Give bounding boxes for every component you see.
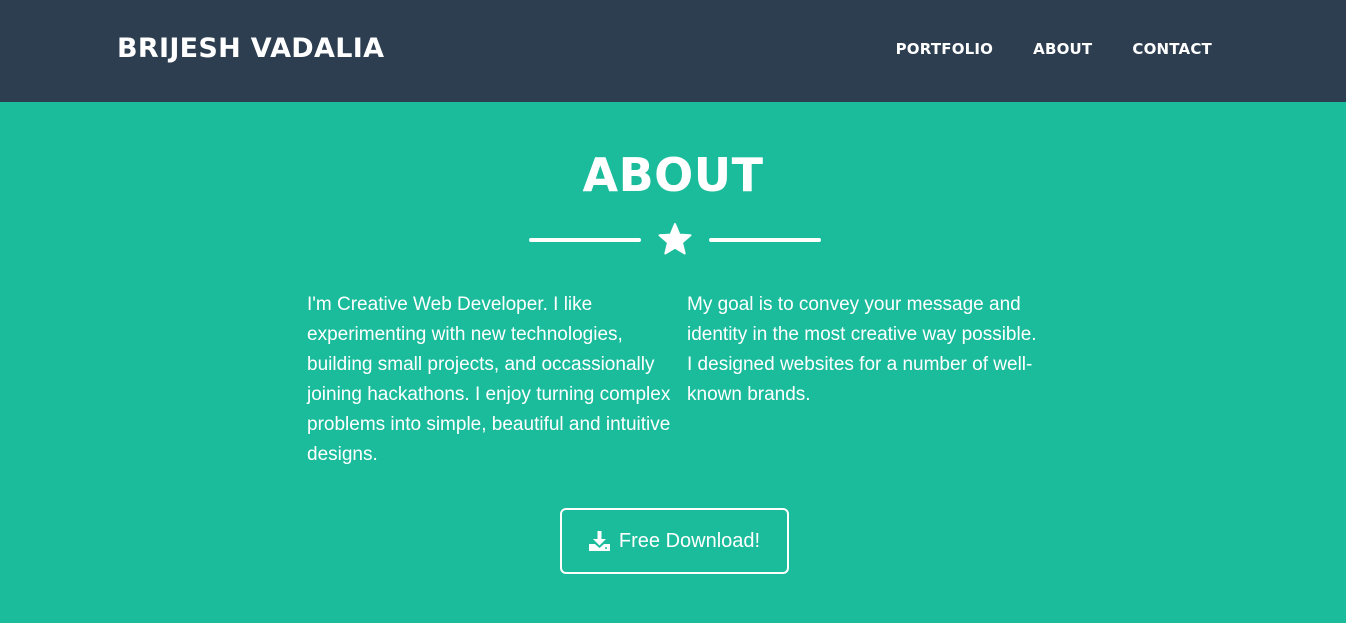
star-icon: [658, 223, 692, 255]
download-icon: [588, 531, 610, 551]
nav-link-contact[interactable]: CONTACT: [1132, 40, 1212, 58]
navbar: BRIJESH VADALIA PORTFOLIO ABOUT CONTACT: [0, 0, 1346, 102]
about-paragraph-right: My goal is to convey your message and id…: [687, 294, 1037, 405]
main-nav: PORTFOLIO ABOUT CONTACT: [896, 40, 1212, 58]
divider-line-right: [709, 238, 821, 242]
free-download-button[interactable]: Free Download!: [560, 508, 789, 574]
divider-line-left: [529, 238, 641, 242]
nav-link-portfolio[interactable]: PORTFOLIO: [896, 40, 994, 58]
download-button-label: Free Download!: [618, 529, 761, 552]
brand-logo-link[interactable]: BRIJESH VADALIA: [117, 33, 384, 64]
about-paragraph-left: I'm Creative Web Developer. I like exper…: [307, 294, 671, 465]
about-section: ABOUT I'm Creative Web Developer. I like…: [0, 102, 1346, 623]
title-divider: [529, 222, 821, 258]
nav-link-about[interactable]: ABOUT: [1033, 40, 1092, 58]
section-title: ABOUT: [582, 148, 764, 202]
